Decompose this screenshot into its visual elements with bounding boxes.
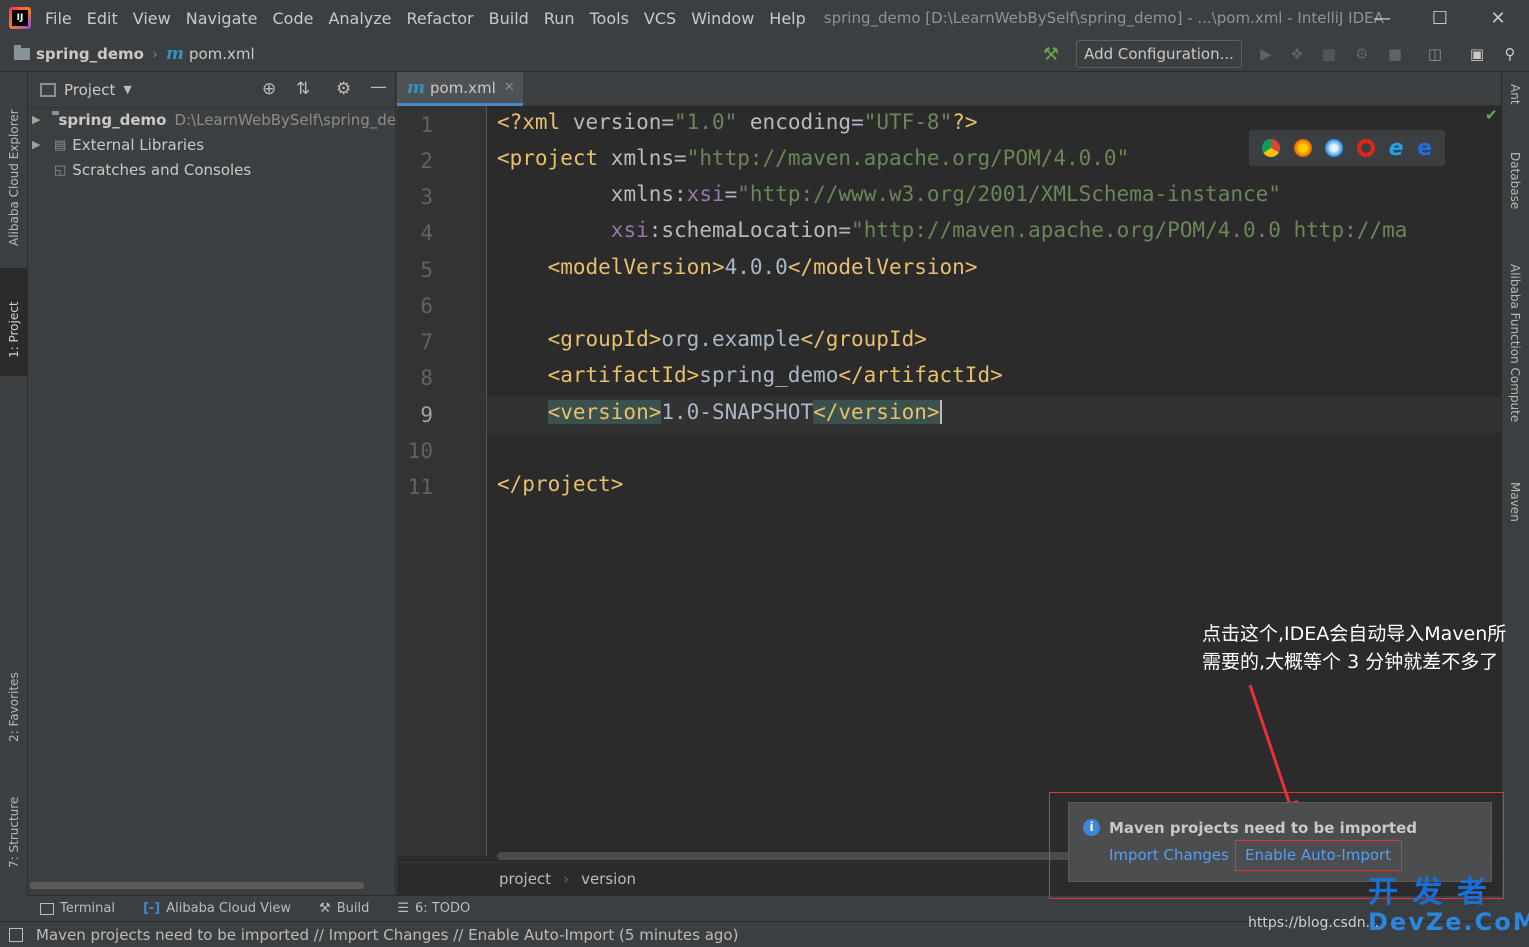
csdn-watermark: https://blog.csdn... [1248,915,1379,931]
enable-auto-import-highlight [1235,840,1402,871]
annotation-arrow-line [1248,684,1292,806]
import-changes-link[interactable]: Import Changes [1109,846,1229,864]
devze-watermark-logo: 开 发 者 DevZe.CoM [1368,875,1529,937]
info-icon: i [1083,819,1100,836]
notification-title: Maven projects need to be imported [1109,819,1417,837]
watermark-logo-text: 开 发 者 [1368,875,1489,910]
watermark-logo-domain: DevZe.CoM [1368,908,1529,936]
